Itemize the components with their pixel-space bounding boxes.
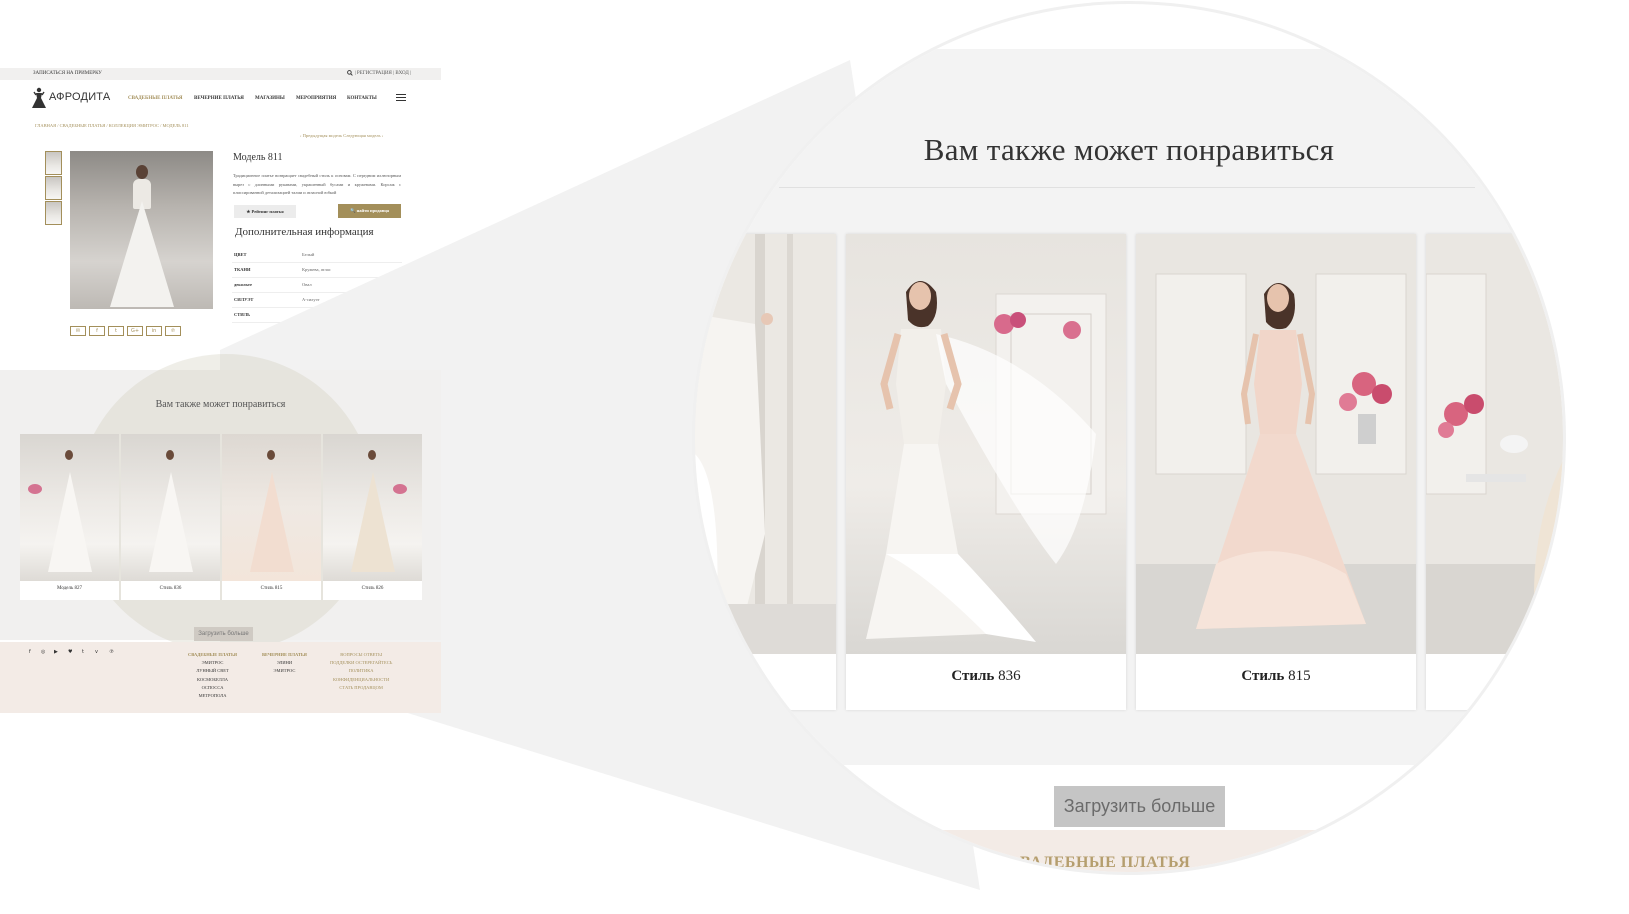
footer-link[interactable]: СТАТЬ ПРОДАВЦОМ xyxy=(330,684,392,692)
zoom-product-card-partial[interactable] xyxy=(1426,234,1563,710)
zoom-product-caption: Стиль 836 xyxy=(846,668,1126,685)
footer-link[interactable]: ЭМИТРОС xyxy=(262,667,307,675)
product-card[interactable]: Стиль 826 xyxy=(323,434,422,600)
zoom-product-image xyxy=(1136,234,1416,654)
caption-word: Стиль xyxy=(951,668,995,684)
footer-link[interactable]: ПОЛИТИКА xyxy=(330,667,392,675)
footer-link[interactable]: ЛУННЫЙ СВЕТ xyxy=(188,667,237,675)
footer-link[interactable]: КОСМОБЕЛЛА xyxy=(188,676,237,684)
caption-number: 815 xyxy=(1288,668,1311,684)
twitter-icon[interactable]: ♥ xyxy=(68,649,72,655)
zoom-footer-heading[interactable]: ВАДЕБНЫЕ ПЛАТЬЯ xyxy=(1020,854,1190,872)
youtube-icon[interactable]: ▶ xyxy=(54,649,58,655)
product-card[interactable]: Стиль 815 xyxy=(222,434,321,600)
footer-col-evening: ВЕЧЕРНИЕ ПЛАТЬЯ ЭЛИНИ ЭМИТРОС xyxy=(262,651,307,676)
footer-col-heading[interactable]: СВАДЕБНЫЕ ПЛАТЬЯ xyxy=(188,651,237,659)
zoom-magnifier: Вам также может понравиться Стиль 836 Ст… xyxy=(695,4,1563,872)
product-card[interactable]: Модель 827 xyxy=(20,434,119,600)
product-card-caption: Стиль 836 xyxy=(159,586,182,591)
footer-link[interactable]: ВОПРОСЫ ОТВЕТЫ xyxy=(330,651,392,659)
zoom-product-image xyxy=(1426,234,1563,654)
zoom-product-caption: Стиль 815 xyxy=(1136,668,1416,685)
footer-col-info: ВОПРОСЫ ОТВЕТЫ ПОДДЕЛКИ ОСТЕРЕГАЙТЕСЬ ПО… xyxy=(330,651,392,692)
footer-link[interactable]: КОНФИДЕНЦИАЛЬНОСТИ xyxy=(330,676,392,684)
zoom-product-image xyxy=(846,234,1126,654)
zoom-product-card[interactable]: Стиль 815 xyxy=(1136,234,1416,710)
product-card-caption: Стиль 826 xyxy=(361,586,384,591)
caption-number: 836 xyxy=(998,668,1021,684)
load-more-button[interactable]: Загрузить больше xyxy=(194,627,253,641)
facebook-icon[interactable]: f xyxy=(29,649,31,655)
recommendations-heading: Вам также может понравиться xyxy=(155,399,286,410)
zoom-product-card[interactable]: Стиль 836 xyxy=(846,234,1126,710)
footer-col-heading[interactable]: ВЕЧЕРНИЕ ПЛАТЬЯ xyxy=(262,651,307,659)
product-card-caption: Стиль 815 xyxy=(260,586,283,591)
zoom-load-more-button[interactable]: Загрузить больше xyxy=(1054,786,1225,827)
zoom-recommendations-heading: Вам также может понравиться xyxy=(923,132,1335,167)
footer-link[interactable]: ЭМИТРОС xyxy=(188,659,237,667)
footer-link[interactable]: ПОДДЕЛКИ ОСТЕРЕГАЙТЕСЬ xyxy=(330,659,392,667)
tumblr-icon[interactable]: t xyxy=(82,649,84,655)
instagram-icon[interactable]: ◎ xyxy=(41,649,45,655)
footer-link[interactable]: ОСПОССА xyxy=(188,684,237,692)
vimeo-icon[interactable]: v xyxy=(95,649,98,655)
product-card[interactable]: Стиль 836 xyxy=(121,434,220,600)
footer-link[interactable]: ЭЛИНИ xyxy=(262,659,307,667)
zoom-product-image xyxy=(695,234,836,654)
zoom-product-card-partial[interactable] xyxy=(695,234,836,710)
pinterest-icon[interactable]: ℗ xyxy=(109,649,114,655)
footer-link[interactable]: МЕТРОПОЛА xyxy=(188,692,237,700)
footer-col-wedding: СВАДЕБНЫЕ ПЛАТЬЯ ЭМИТРОС ЛУННЫЙ СВЕТ КОС… xyxy=(188,651,237,700)
product-card-caption: Модель 827 xyxy=(57,586,82,591)
caption-word: Стиль xyxy=(1241,668,1285,684)
zoom-divider xyxy=(779,187,1475,188)
